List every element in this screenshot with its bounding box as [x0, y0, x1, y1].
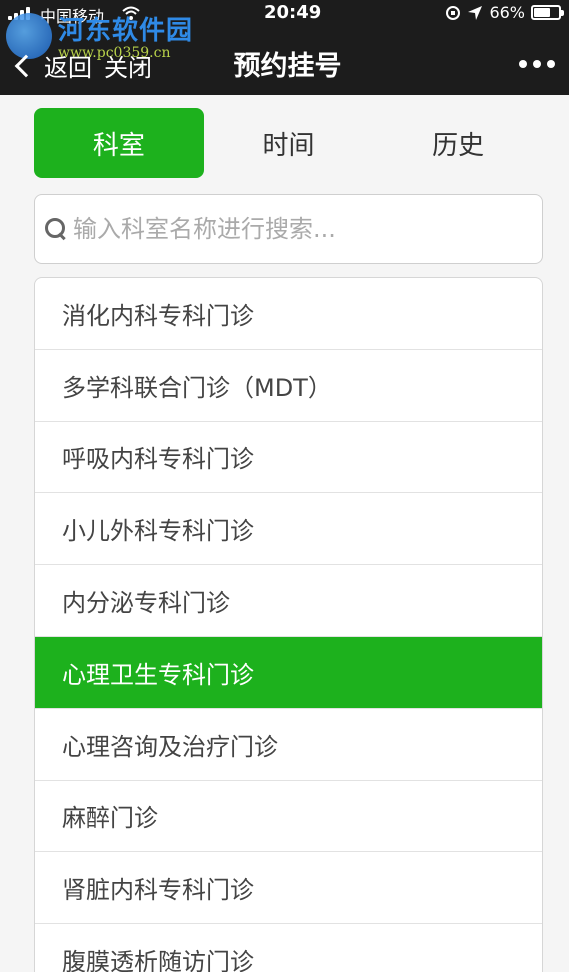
tab-department[interactable]: 科室 [34, 108, 204, 178]
list-item[interactable]: 麻醉门诊 [35, 781, 542, 853]
search-icon [43, 216, 69, 242]
page-title: 预约挂号 [233, 51, 342, 82]
list-item[interactable]: 心理咨询及治疗门诊 [35, 709, 542, 781]
list-item[interactable]: 呼吸内科专科门诊 [35, 422, 542, 494]
search-input[interactable] [73, 215, 513, 243]
list-item[interactable]: 内分泌专科门诊 [35, 565, 542, 637]
department-list: 消化内科专科门诊 多学科联合门诊（MDT） 呼吸内科专科门诊 小儿外科专科门诊 … [34, 277, 543, 972]
watermark-title: 河东软件园 [58, 16, 194, 46]
segmented-tabs: 科室 时间 历史 [34, 108, 543, 178]
rotation-lock-icon [446, 5, 461, 20]
more-dots-icon [519, 60, 527, 68]
clock: 20:49 [264, 2, 322, 23]
location-icon [468, 5, 483, 20]
top-bar: 中国移动 20:49 66% 河东软件园 www.pc0359.cn 返回 关闭… [0, 0, 569, 95]
search-box [34, 194, 543, 264]
list-item[interactable]: 肾脏内科专科门诊 [35, 852, 542, 925]
tab-time[interactable]: 时间 [204, 108, 374, 178]
list-item[interactable]: 多学科联合门诊（MDT） [35, 350, 542, 422]
battery-percent: 66% [489, 3, 525, 22]
list-item[interactable]: 小儿外科专科门诊 [35, 493, 542, 566]
battery-icon [531, 5, 564, 20]
more-options-button[interactable] [519, 60, 555, 68]
list-item[interactable]: 腹膜透析随访门诊 [35, 924, 542, 972]
list-item[interactable]: 消化内科专科门诊 [35, 278, 542, 350]
list-item[interactable]: 心理卫生专科门诊 [35, 636, 542, 709]
tab-history[interactable]: 历史 [373, 108, 543, 178]
